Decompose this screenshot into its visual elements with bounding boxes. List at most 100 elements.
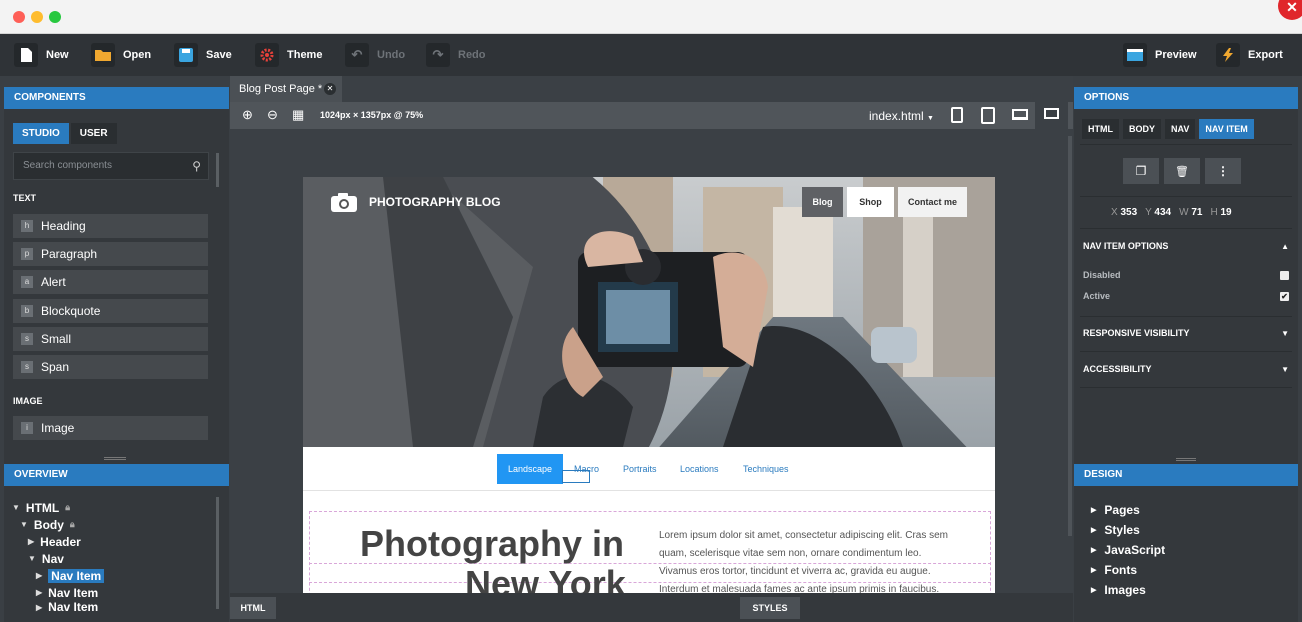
nav-item-options-toggle[interactable]: NAV ITEM OPTIONS ▲	[1083, 241, 1289, 251]
tree-node-nav-item-selected[interactable]: ▶ Nav Item	[12, 567, 105, 584]
save-button[interactable]: Save	[174, 34, 232, 76]
document-tab[interactable]: Blog Post Page * ✕	[230, 76, 342, 102]
zoom-in-icon[interactable]: ⊕	[242, 107, 253, 123]
subnav-techniques[interactable]: Techniques	[743, 459, 789, 479]
lock-icon[interactable]: 🔒︎	[70, 519, 75, 530]
tree-label: Nav	[41, 551, 64, 566]
tree-node-header[interactable]: ▶ Header	[12, 533, 104, 550]
caret-right-icon: ▶	[1091, 587, 1097, 594]
component-span[interactable]: s Span	[13, 355, 208, 379]
laptop-icon[interactable]	[1012, 109, 1028, 120]
design-images[interactable]: ▶ Images	[1091, 580, 1165, 600]
site-nav-blog[interactable]: Blog	[802, 187, 843, 217]
lock-icon[interactable]: 🔒︎	[65, 502, 70, 513]
more-button[interactable]: ⋮	[1205, 158, 1241, 184]
file-select[interactable]: index.html ▼	[869, 109, 934, 123]
close-tab-icon[interactable]: ✕	[324, 83, 336, 95]
component-label: Paragraph	[41, 247, 98, 261]
hero-image[interactable]: PHOTOGRAPHY BLOG Blog Shop Contact me	[303, 177, 995, 447]
caret-right-icon: ▶	[36, 602, 43, 612]
article-paragraph-3[interactable]: Interdum et malesuada fames ac ante ipsu…	[659, 581, 979, 593]
tree-node-nav-item[interactable]: ▶ Nav Item	[12, 584, 104, 601]
open-button[interactable]: Open	[91, 34, 151, 76]
minimize-window-button[interactable]	[31, 11, 43, 23]
caret-down-icon: ▼	[12, 503, 20, 512]
design-styles[interactable]: ▶ Styles	[1091, 520, 1165, 540]
tree-node-nav-item[interactable]: ▶ Nav Item	[12, 601, 104, 613]
zoom-out-icon[interactable]: ⊖	[267, 107, 278, 123]
desktop-icon	[1044, 108, 1059, 119]
path-nav-item[interactable]: NAV ITEM	[1199, 119, 1254, 139]
tab-studio[interactable]: STUDIO	[13, 123, 69, 144]
duplicate-button[interactable]: ❐	[1123, 158, 1159, 184]
hero-photo	[303, 177, 995, 447]
accessibility-toggle[interactable]: ACCESSIBILITY ▼	[1083, 364, 1289, 374]
new-button[interactable]: New	[14, 34, 69, 76]
tree-node-body[interactable]: ▼ Body 🔒︎	[12, 516, 104, 533]
tree-node-nav[interactable]: ▼ Nav	[12, 550, 104, 567]
subnav-landscape-selected[interactable]: Landscape	[497, 454, 563, 484]
export-button[interactable]: Export	[1216, 34, 1283, 76]
overview-scrollbar[interactable]	[216, 497, 219, 609]
component-image[interactable]: i Image	[13, 416, 208, 440]
resize-handle[interactable]	[1176, 458, 1196, 461]
design-fonts[interactable]: ▶ Fonts	[1091, 560, 1165, 580]
responsive-visibility-toggle[interactable]: RESPONSIVE VISIBILITY ▼	[1083, 328, 1289, 338]
design-pages[interactable]: ▶ Pages	[1091, 500, 1165, 520]
article-paragraph-1[interactable]: Lorem ipsum dolor sit amet, consectetur …	[659, 527, 971, 563]
coord-w-group: W 71	[1179, 207, 1202, 218]
subnav-portraits[interactable]: Portraits	[623, 459, 657, 479]
path-body[interactable]: BODY	[1123, 119, 1162, 139]
page-canvas[interactable]: PHOTOGRAPHY BLOG Blog Shop Contact me La…	[303, 177, 995, 593]
undo-button[interactable]: ↶ Undo	[345, 34, 405, 76]
left-sidebar: COMPONENTS STUDIO USER Search components…	[4, 87, 229, 622]
html-panel-tab[interactable]: HTML	[230, 597, 276, 619]
resize-handle[interactable]	[104, 457, 126, 460]
path-nav[interactable]: NAV	[1165, 119, 1196, 139]
site-nav-contact[interactable]: Contact me	[898, 187, 967, 217]
site-brand[interactable]: PHOTOGRAPHY BLOG	[369, 195, 501, 209]
subnav-locations[interactable]: Locations	[680, 459, 719, 479]
active-label: Active	[1083, 291, 1111, 301]
more-vert-icon: ⋮	[1217, 164, 1229, 178]
component-paragraph[interactable]: p Paragraph	[13, 242, 208, 266]
desktop-button[interactable]	[1035, 102, 1068, 129]
file-icon	[14, 43, 38, 67]
path-html[interactable]: HTML	[1082, 119, 1119, 139]
component-blockquote[interactable]: b Blockquote	[13, 299, 208, 323]
undo-label: Undo	[377, 49, 406, 61]
canvas-scrollbar[interactable]	[1068, 136, 1072, 536]
component-heading[interactable]: h Heading	[13, 214, 208, 238]
search-icon[interactable]: ⚲	[192, 153, 201, 179]
clapperboard-icon	[1123, 43, 1147, 67]
tab-user[interactable]: USER	[70, 123, 117, 144]
tree-node-html[interactable]: ▼ HTML 🔒︎	[12, 499, 104, 516]
preview-button[interactable]: Preview	[1123, 34, 1197, 76]
component-small[interactable]: s Small	[13, 327, 208, 351]
redo-button[interactable]: ↷ Redo	[426, 34, 486, 76]
maximize-window-button[interactable]	[49, 11, 61, 23]
active-checkbox[interactable]: ✔	[1280, 291, 1289, 301]
design-javascript[interactable]: ▶ JavaScript	[1091, 540, 1165, 560]
grid-icon[interactable]: ▦	[292, 107, 304, 123]
text-section-label: TEXT	[13, 193, 37, 203]
subnav-macro[interactable]: Macro	[574, 459, 599, 479]
components-scrollbar[interactable]	[216, 153, 219, 187]
component-alert[interactable]: a Alert	[13, 270, 208, 294]
disabled-checkbox[interactable]	[1280, 270, 1289, 280]
overview-header: OVERVIEW	[4, 464, 229, 486]
article-heading-line1[interactable]: Photography in	[360, 523, 624, 565]
phone-icon[interactable]	[951, 107, 963, 123]
close-window-button[interactable]	[13, 11, 25, 23]
styles-panel-tab[interactable]: STYLES	[740, 597, 800, 619]
site-nav-shop[interactable]: Shop	[847, 187, 894, 217]
caret-down-icon: ▼	[927, 115, 934, 122]
theme-label: Theme	[287, 49, 323, 61]
tablet-icon[interactable]	[981, 107, 995, 124]
theme-button[interactable]: Theme	[255, 34, 322, 76]
search-components-input[interactable]: Search components ⚲	[13, 152, 209, 180]
delete-button[interactable]: 🗑︎	[1164, 158, 1200, 184]
article-heading-line2[interactable]: New York	[465, 563, 626, 593]
lightning-icon	[1216, 43, 1240, 67]
article-paragraph-2[interactable]: Vivamus eros tortor, tincidunt et viverr…	[659, 563, 979, 581]
